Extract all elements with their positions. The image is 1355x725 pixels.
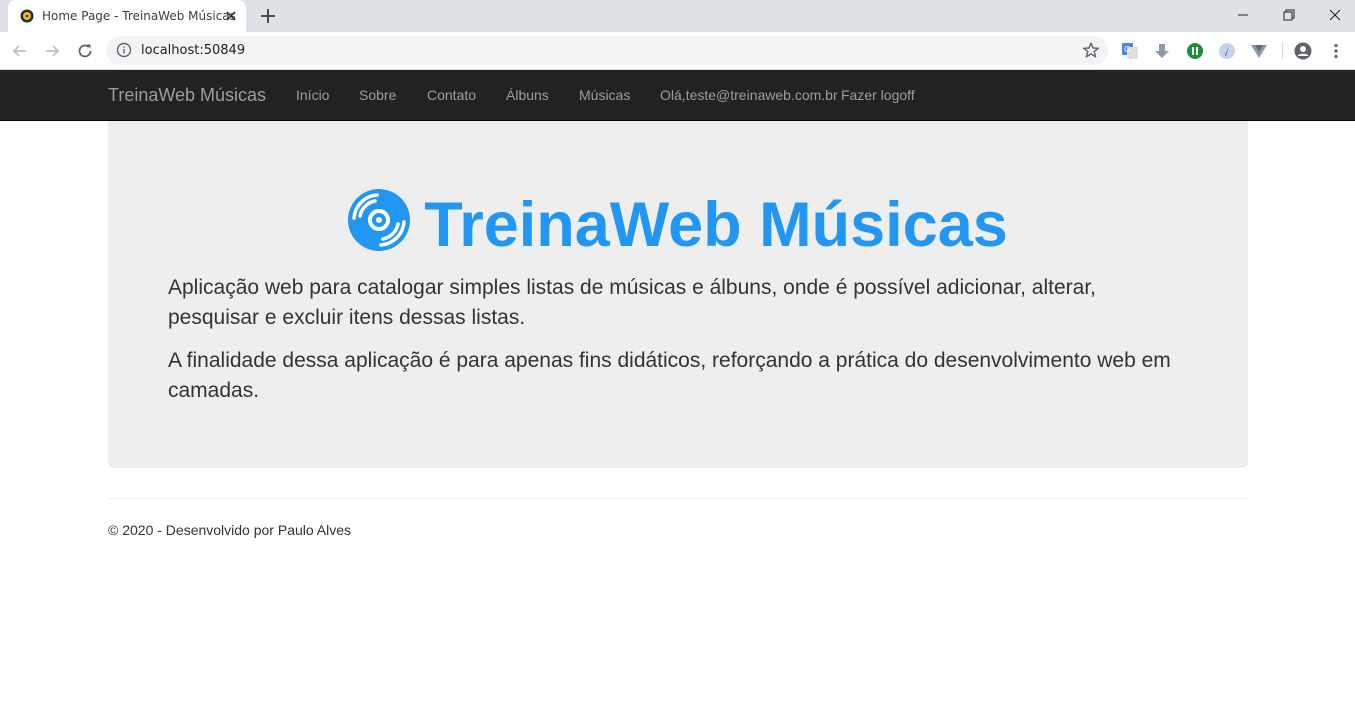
reload-icon[interactable] (75, 41, 95, 61)
address-bar[interactable]: localhost:50849 (106, 36, 1108, 65)
navbar-brand[interactable]: TreinaWeb Músicas (108, 85, 266, 106)
plus-icon[interactable] (258, 6, 278, 26)
kebab-menu-icon[interactable] (1327, 42, 1345, 60)
svg-text:G: G (1124, 45, 1130, 54)
arrow-right-icon[interactable] (42, 41, 62, 61)
logoff-link[interactable]: Fazer logoff (841, 87, 915, 103)
url-text[interactable]: localhost:50849 (141, 43, 245, 58)
browser-tab[interactable]: Home Page - TreinaWeb Músicas (8, 0, 246, 32)
footer-copyright: © 2020 - Desenvolvido por Paulo Alves (108, 522, 352, 538)
toolbar-separator (1282, 42, 1283, 60)
compass-extension-icon[interactable] (1218, 42, 1236, 60)
music-disc-icon (348, 189, 411, 251)
nav-link-inicio[interactable]: Início (296, 87, 329, 103)
nav-link-musicas[interactable]: Músicas (579, 87, 630, 103)
lead-paragraph-purpose: A finalidade dessa aplicação é para apen… (168, 349, 1171, 402)
tab-title: Home Page - TreinaWeb Músicas (42, 9, 236, 23)
window-close-icon[interactable] (1324, 4, 1346, 26)
browser-toolbar: localhost:50849 G (0, 32, 1355, 70)
browser-tab-strip: Home Page - TreinaWeb Músicas (0, 0, 1355, 32)
minimize-icon[interactable] (1232, 4, 1254, 26)
app-navbar: TreinaWeb Músicas Início Sobre Contato Á… (0, 70, 1355, 121)
translate-extension-icon[interactable]: G (1121, 42, 1139, 60)
download-extension-icon[interactable] (1153, 42, 1171, 60)
star-icon[interactable] (1082, 41, 1100, 59)
music-disc-icon (20, 9, 34, 23)
arrow-left-icon[interactable] (10, 41, 30, 61)
footer-divider (108, 498, 1248, 499)
info-icon[interactable] (116, 42, 132, 58)
close-icon[interactable] (223, 8, 239, 24)
nav-link-contato[interactable]: Contato (427, 87, 476, 103)
nav-link-sobre[interactable]: Sobre (359, 87, 396, 103)
lead-paragraph-description: Aplicação web para catalogar simples lis… (168, 276, 1097, 329)
jumbotron-title: TreinaWeb Músicas (108, 189, 1248, 257)
restore-icon[interactable] (1278, 4, 1300, 26)
jumbotron-heading: TreinaWeb Músicas (424, 190, 1008, 260)
nav-user-greeting[interactable]: Olá,teste@treinaweb.com.br (660, 87, 838, 103)
vue-devtools-icon[interactable] (1250, 42, 1268, 60)
account-circle-icon[interactable] (1294, 42, 1312, 60)
green-extension-icon[interactable] (1186, 42, 1204, 60)
nav-link-albuns[interactable]: Álbuns (506, 87, 549, 103)
jumbotron: TreinaWeb Músicas Aplicação web para cat… (108, 121, 1248, 468)
